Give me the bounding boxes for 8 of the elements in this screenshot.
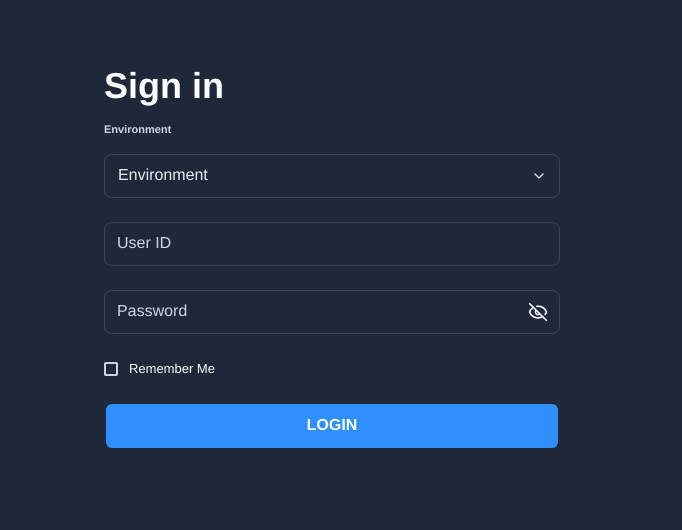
password-field[interactable]: Password <box>104 290 560 334</box>
field-label: Environment <box>104 123 172 137</box>
remember-checkbox[interactable] <box>104 362 118 376</box>
user-id-field[interactable]: User ID <box>104 222 560 266</box>
checkbox-label: Remember Me <box>129 361 215 376</box>
eye-off-icon[interactable] <box>528 302 548 322</box>
page-title: Sign in <box>104 64 225 108</box>
environment-select[interactable]: Environment <box>104 154 560 198</box>
